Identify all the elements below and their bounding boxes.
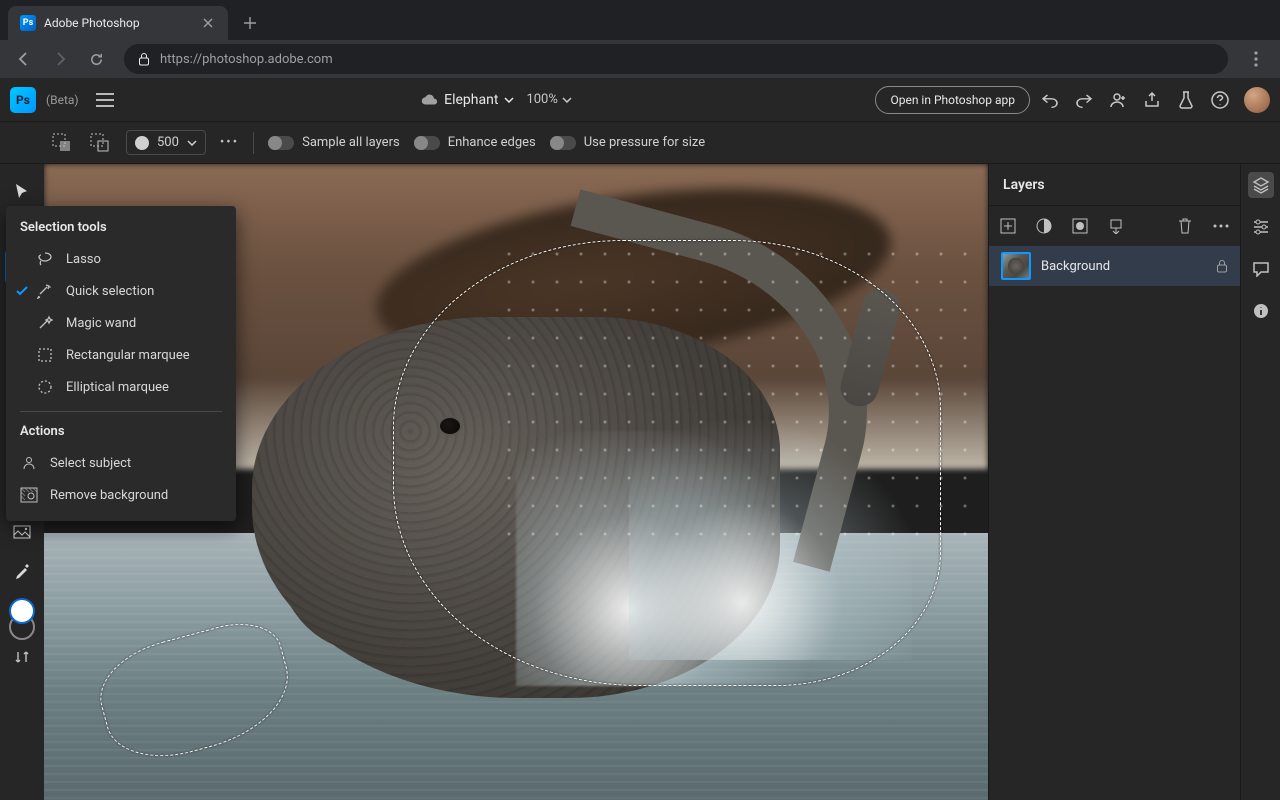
brush-size-dropdown[interactable]: 500 xyxy=(126,130,206,155)
photoshop-logo-icon[interactable]: Ps xyxy=(10,87,36,113)
enhance-edges-toggle[interactable]: Enhance edges xyxy=(414,135,536,150)
tab-favicon-ps-icon: Ps xyxy=(20,15,36,31)
flyout-item-quick-selection[interactable]: Quick selection xyxy=(6,275,236,307)
clip-layer-button[interactable] xyxy=(1107,217,1125,235)
swap-colors-button[interactable] xyxy=(15,650,29,664)
document-name-text: Elephant xyxy=(444,92,498,108)
user-avatar[interactable] xyxy=(1244,87,1270,113)
flyout-section-header: Selection tools xyxy=(6,216,236,243)
flyout-item-ellipse-marquee[interactable]: Elliptical marquee xyxy=(6,371,236,403)
flyout-item-label: Quick selection xyxy=(66,284,154,299)
zoom-dropdown[interactable]: 100% xyxy=(526,92,571,107)
rectangle-marquee-icon xyxy=(36,346,54,364)
lasso-icon xyxy=(36,250,54,268)
right-rail xyxy=(1240,164,1280,800)
forward-button[interactable] xyxy=(44,43,76,75)
ellipse-marquee-icon xyxy=(36,378,54,396)
chevron-down-icon xyxy=(504,97,514,103)
lock-icon xyxy=(138,52,150,66)
chevron-down-icon xyxy=(562,97,572,103)
back-button[interactable] xyxy=(8,43,40,75)
flyout-action-label: Remove background xyxy=(50,488,168,503)
flyout-item-label: Magic wand xyxy=(66,316,136,331)
layer-name: Background xyxy=(1041,259,1206,274)
magic-wand-icon xyxy=(36,314,54,332)
tab-title: Adobe Photoshop xyxy=(44,16,192,30)
undo-button[interactable] xyxy=(1040,90,1060,110)
flyout-item-magic-wand[interactable]: Magic wand xyxy=(6,307,236,339)
options-bar: 500 ••• Sample all layers Enhance edges … xyxy=(0,122,1280,164)
flyout-section-header: Actions xyxy=(6,420,236,447)
place-image-tool[interactable] xyxy=(5,516,39,550)
more-options-button[interactable]: ••• xyxy=(220,135,239,150)
layers-more-button[interactable] xyxy=(1212,217,1230,235)
help-icon[interactable] xyxy=(1210,90,1230,110)
selection-marquee xyxy=(393,240,941,685)
flyout-item-label: Rectangular marquee xyxy=(66,348,190,363)
reload-button[interactable] xyxy=(80,43,112,75)
layers-toolbar xyxy=(989,206,1240,246)
app-header: Ps (Beta) Elephant 100% Open in Photosho… xyxy=(0,78,1280,122)
browser-tab-strip: Ps Adobe Photoshop xyxy=(0,0,1280,40)
layer-thumbnail xyxy=(1001,252,1031,280)
add-layer-button[interactable] xyxy=(999,217,1017,235)
foreground-color-swatch[interactable] xyxy=(9,598,35,624)
move-tool[interactable] xyxy=(5,174,39,208)
beaker-icon[interactable] xyxy=(1176,90,1196,110)
check-icon xyxy=(16,286,28,296)
open-in-app-button[interactable]: Open in Photoshop app xyxy=(875,86,1030,114)
browser-tab-active[interactable]: Ps Adobe Photoshop xyxy=(8,6,228,40)
add-selection-icon[interactable] xyxy=(50,131,74,155)
properties-tab-icon[interactable] xyxy=(1248,214,1274,240)
flyout-item-lasso[interactable]: Lasso xyxy=(6,243,236,275)
flyout-action-select-subject[interactable]: Select subject xyxy=(6,447,236,479)
lock-icon[interactable] xyxy=(1216,259,1228,273)
quick-selection-icon xyxy=(36,282,54,300)
select-subject-icon xyxy=(20,454,38,472)
beta-label: (Beta) xyxy=(46,93,79,107)
redo-button[interactable] xyxy=(1074,90,1094,110)
flyout-item-label: Lasso xyxy=(66,252,101,267)
layers-tab-icon[interactable] xyxy=(1248,172,1274,198)
flyout-item-label: Elliptical marquee xyxy=(66,380,169,395)
divider xyxy=(20,411,222,412)
adjustment-layer-button[interactable] xyxy=(1035,217,1053,235)
selection-tools-flyout: Selection tools Lasso Quick selection Ma… xyxy=(6,206,236,521)
share-icon[interactable] xyxy=(1142,90,1162,110)
layers-panel: Layers Background xyxy=(988,164,1240,800)
address-bar[interactable]: https://photoshop.adobe.com xyxy=(124,44,1228,74)
eyedropper-tool[interactable] xyxy=(5,554,39,588)
sample-all-layers-toggle[interactable]: Sample all layers xyxy=(268,135,400,150)
invite-icon[interactable] xyxy=(1108,90,1128,110)
layers-panel-title: Layers xyxy=(989,164,1240,206)
brush-size-value: 500 xyxy=(157,135,179,150)
flyout-action-remove-bg[interactable]: Remove background xyxy=(6,479,236,511)
layer-row-background[interactable]: Background xyxy=(989,246,1240,286)
flyout-item-rect-marquee[interactable]: Rectangular marquee xyxy=(6,339,236,371)
zoom-level-text: 100% xyxy=(526,92,557,107)
new-tab-button[interactable] xyxy=(236,9,264,37)
mask-button[interactable] xyxy=(1071,217,1089,235)
browser-menu-button[interactable] xyxy=(1240,43,1272,75)
chevron-down-icon xyxy=(187,140,197,146)
info-tab-icon[interactable] xyxy=(1248,298,1274,324)
close-tab-icon[interactable] xyxy=(200,15,216,31)
tools-panel: Selection tools Lasso Quick selection Ma… xyxy=(0,164,44,800)
document-name-dropdown[interactable]: Elephant xyxy=(420,92,514,108)
flyout-action-label: Select subject xyxy=(50,456,131,471)
url-text: https://photoshop.adobe.com xyxy=(160,52,333,67)
comments-tab-icon[interactable] xyxy=(1248,256,1274,282)
subtract-selection-icon[interactable] xyxy=(88,131,112,155)
menu-button[interactable] xyxy=(93,88,117,112)
cloud-icon xyxy=(420,93,438,107)
pressure-size-toggle[interactable]: Use pressure for size xyxy=(550,135,705,150)
browser-toolbar: https://photoshop.adobe.com xyxy=(0,40,1280,78)
remove-background-icon xyxy=(20,486,38,504)
brush-preview-icon xyxy=(135,136,149,150)
delete-layer-button[interactable] xyxy=(1176,217,1194,235)
divider xyxy=(253,132,254,154)
